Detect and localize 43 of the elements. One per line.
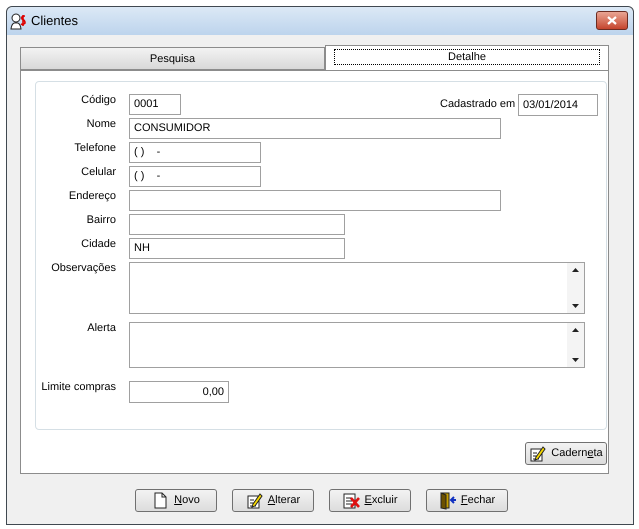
memo-field[interactable] bbox=[129, 262, 585, 314]
input-field[interactable]: 0,00 bbox=[129, 381, 229, 403]
field-label: Cadastrado em bbox=[440, 97, 516, 112]
scroll-down-icon[interactable] bbox=[572, 358, 579, 362]
action-button[interactable]: Novo bbox=[135, 489, 217, 512]
window-title: Clientes bbox=[31, 12, 78, 30]
scroll-up-icon[interactable] bbox=[572, 328, 579, 332]
memo-field[interactable] bbox=[129, 322, 585, 368]
close-button[interactable] bbox=[596, 11, 628, 30]
door-arrow-icon bbox=[438, 492, 457, 510]
input-field[interactable]: 03/01/2014 bbox=[518, 94, 598, 116]
action-button[interactable]: Fechar bbox=[426, 489, 508, 512]
close-icon bbox=[607, 16, 617, 25]
input-field[interactable]: ( ) - bbox=[129, 142, 261, 163]
pencil-note-icon bbox=[246, 492, 264, 510]
scroll-up-icon[interactable] bbox=[572, 268, 579, 272]
scroll-down-icon[interactable] bbox=[572, 304, 579, 308]
field-label: Observações bbox=[50, 262, 116, 275]
field-label: Telefone bbox=[73, 142, 116, 155]
field-label: Cidade bbox=[80, 238, 116, 251]
input-field[interactable] bbox=[129, 214, 345, 235]
field-label: Alerta bbox=[86, 322, 116, 335]
field-label: Celular bbox=[80, 166, 116, 179]
field-label: Endereço bbox=[68, 190, 116, 203]
document-cross-icon bbox=[342, 492, 360, 510]
scroll-bar[interactable] bbox=[567, 263, 584, 313]
input-field[interactable] bbox=[129, 190, 501, 211]
action-button[interactable]: Alterar bbox=[232, 489, 314, 512]
input-field[interactable]: CONSUMIDOR bbox=[129, 118, 501, 139]
action-button[interactable]: Excluir bbox=[329, 489, 411, 512]
field-label: Nome bbox=[86, 118, 116, 131]
tab[interactable]: Pesquisa bbox=[20, 47, 325, 70]
client-icon bbox=[10, 12, 28, 30]
tab[interactable]: Detalhe bbox=[325, 45, 609, 71]
pencil-note-icon bbox=[529, 444, 548, 462]
action-button[interactable]: Caderneta bbox=[525, 442, 607, 465]
input-field[interactable]: NH bbox=[129, 238, 345, 259]
field-label: Limite compras bbox=[40, 381, 116, 394]
input-field[interactable]: ( ) - bbox=[129, 166, 261, 187]
input-field[interactable]: 0001 bbox=[129, 94, 181, 115]
scroll-bar[interactable] bbox=[567, 323, 584, 367]
field-label: Código bbox=[80, 94, 116, 107]
field-label: Bairro bbox=[86, 214, 116, 227]
